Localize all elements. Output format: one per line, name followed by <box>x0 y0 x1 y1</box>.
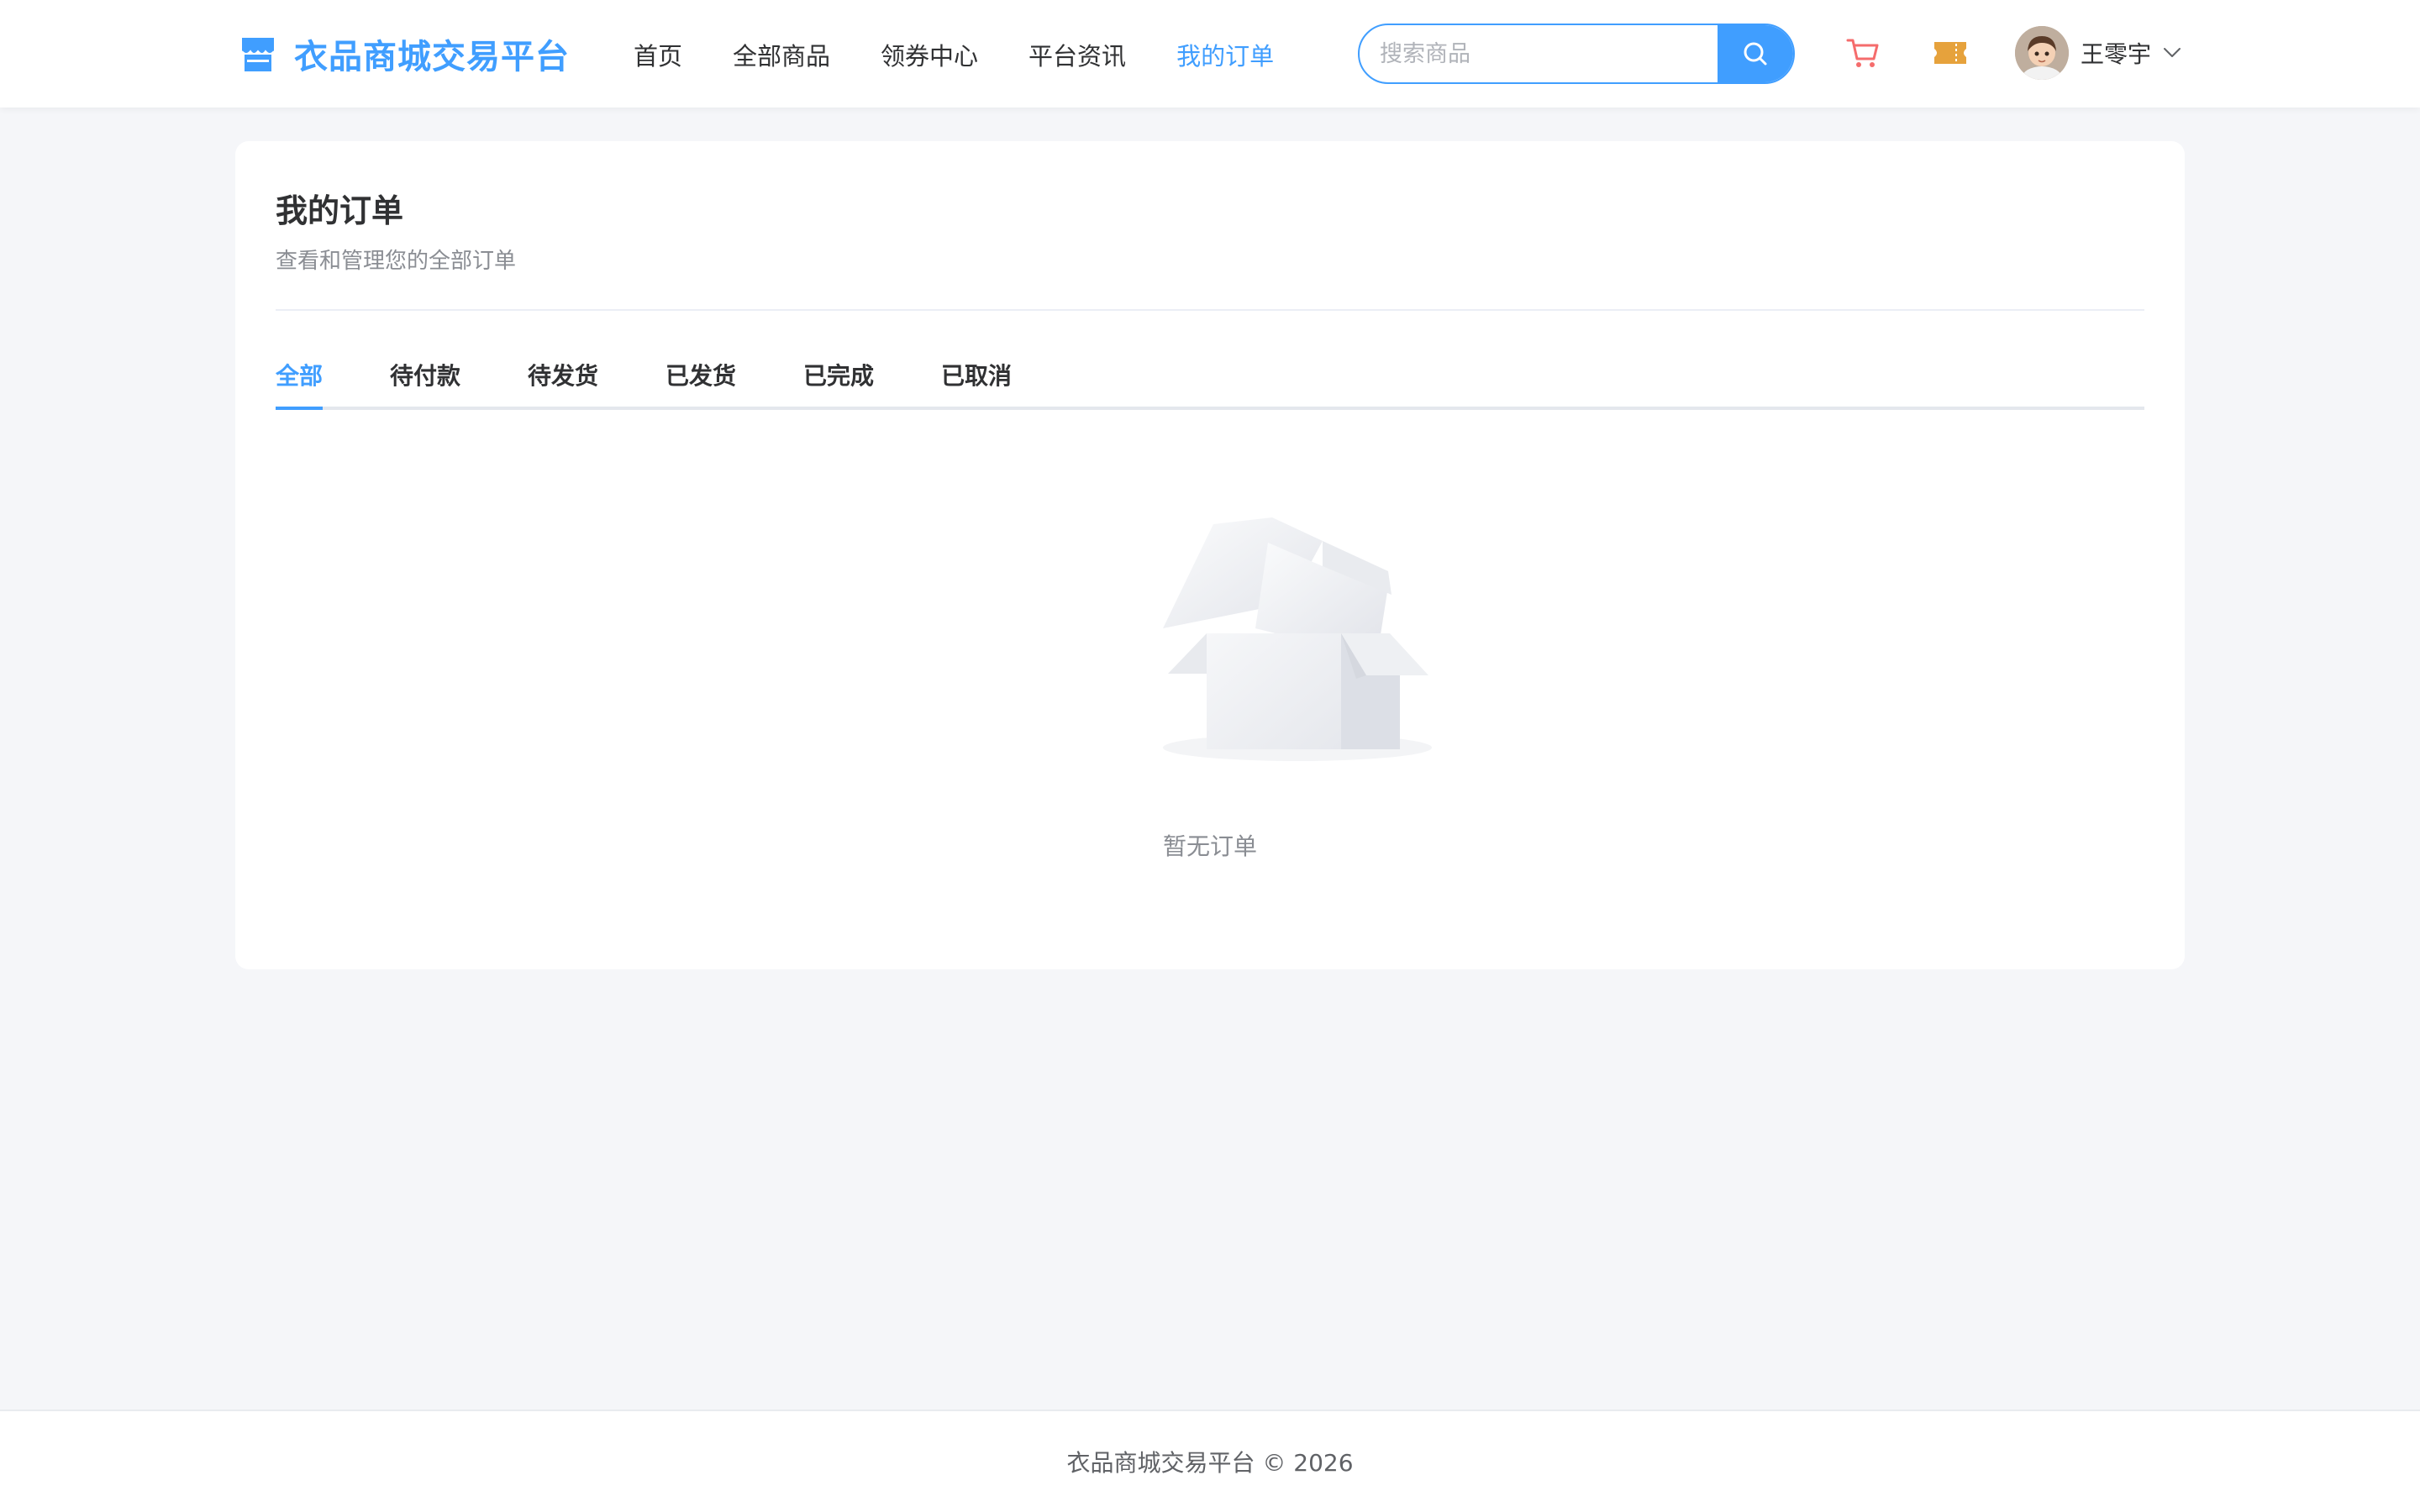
user-menu[interactable]: 王零宇 <box>2015 25 2181 81</box>
main-nav: 首页 全部商品 领券中心 平台资讯 我的订单 <box>634 34 1324 76</box>
nav-coupon-center[interactable]: 领券中心 <box>881 37 978 72</box>
tab-shipped[interactable]: 已发货 <box>666 358 736 407</box>
logo-text: 衣品商城交易平台 <box>294 38 570 76</box>
divider <box>276 309 2144 311</box>
logo[interactable]: 衣品商城交易平台 <box>240 30 570 77</box>
tab-pending-shipment[interactable]: 待发货 <box>528 358 598 407</box>
cart-icon[interactable] <box>1845 35 1881 71</box>
avatar <box>2015 26 2069 80</box>
coupon-icon[interactable] <box>1933 39 1968 67</box>
username: 王零宇 <box>2081 40 2152 68</box>
copyright-text: 衣品商城交易平台 © 2026 <box>1066 1449 1354 1477</box>
page-subtitle: 查看和管理您的全部订单 <box>276 249 517 274</box>
chevron-down-icon <box>2164 48 2181 57</box>
nav-all-products[interactable]: 全部商品 <box>733 37 830 72</box>
store-icon <box>241 38 275 71</box>
nav-my-orders[interactable]: 我的订单 <box>1176 37 1274 72</box>
search-button[interactable] <box>1718 25 1793 82</box>
tab-completed[interactable]: 已完成 <box>803 358 874 407</box>
tabs-divider <box>276 407 2144 410</box>
page-title: 我的订单 <box>276 192 404 229</box>
tab-pending-payment[interactable]: 待付款 <box>390 358 460 407</box>
nav-home[interactable]: 首页 <box>634 37 682 72</box>
search-input[interactable] <box>1360 25 1718 82</box>
tab-cancelled[interactable]: 已取消 <box>941 358 1012 407</box>
tab-all[interactable]: 全部 <box>276 358 324 410</box>
order-status-tabs: 全部 待付款 待发货 已发货 已完成 已取消 <box>276 358 2144 410</box>
search-icon <box>1744 42 1767 66</box>
empty-state-text: 暂无订单 <box>1162 832 1257 860</box>
top-header: 衣品商城交易平台 首页 全部商品 领券中心 平台资讯 我的订单 搜索商品 王零宇 <box>0 0 2420 108</box>
orders-card: 我的订单 查看和管理您的全部订单 全部 待付款 待发货 已发货 已完成 已取消 <box>235 141 2185 969</box>
empty-box-illustration <box>1163 517 1432 761</box>
search-bar <box>1358 24 1795 84</box>
footer: 衣品商城交易平台 © 2026 <box>0 1410 2420 1512</box>
nav-news[interactable]: 平台资讯 <box>1028 37 1126 72</box>
